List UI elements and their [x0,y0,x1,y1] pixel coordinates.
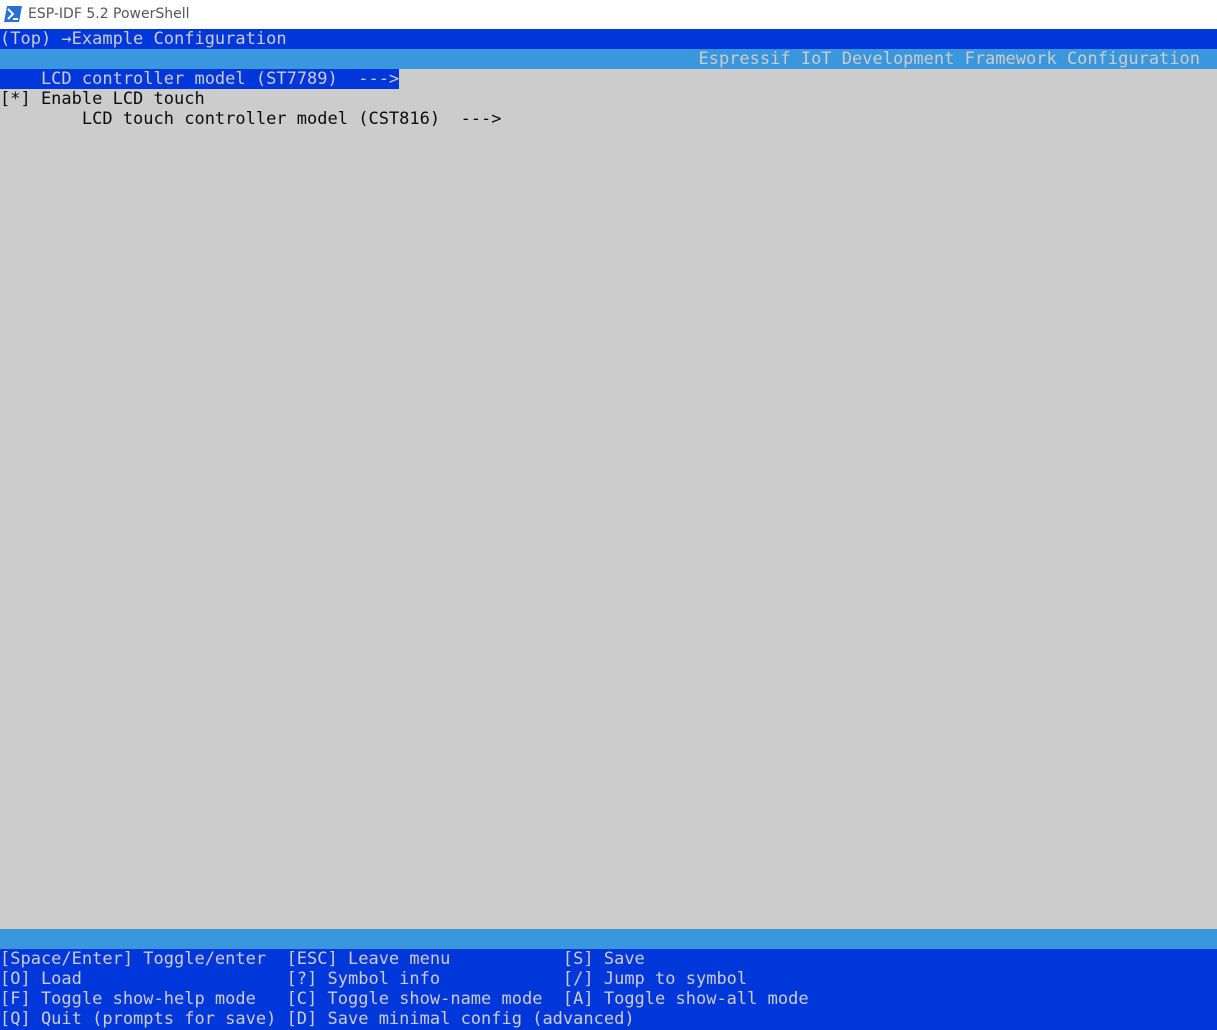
footer-separator [0,929,1217,949]
key-help-line-4: [Q] Quit (prompts for save) [D] Save min… [0,1009,635,1029]
breadcrumb: (Top) →Example Configuration [0,29,1217,49]
menu-item-lcd-touch-controller-model[interactable]: LCD touch controller model (CST816) ---> [0,109,502,129]
terminal-area[interactable]: (Top) →Example Configuration Espressif I… [0,29,1217,1030]
framework-title: Espressif IoT Development Framework Conf… [698,49,1200,69]
powershell-icon [4,6,22,22]
window-titlebar: ESP-IDF 5.2 PowerShell [0,0,1217,29]
menu-item-enable-lcd-touch[interactable]: [*] Enable LCD touch [0,89,205,109]
key-help-line-3: [F] Toggle show-help mode [C] Toggle sho… [0,989,809,1009]
window-title: ESP-IDF 5.2 PowerShell [28,6,190,22]
framework-title-bar: Espressif IoT Development Framework Conf… [0,49,1217,69]
key-help-footer: [Space/Enter] Toggle/enter [ESC] Leave m… [0,949,1217,1030]
key-help-line-2: [O] Load [?] Symbol info [/] Jump to sym… [0,969,748,989]
key-help-line-1: [Space/Enter] Toggle/enter [ESC] Leave m… [0,949,645,969]
menu-item-lcd-controller-model[interactable]: LCD controller model (ST7789) ---> [0,69,400,89]
